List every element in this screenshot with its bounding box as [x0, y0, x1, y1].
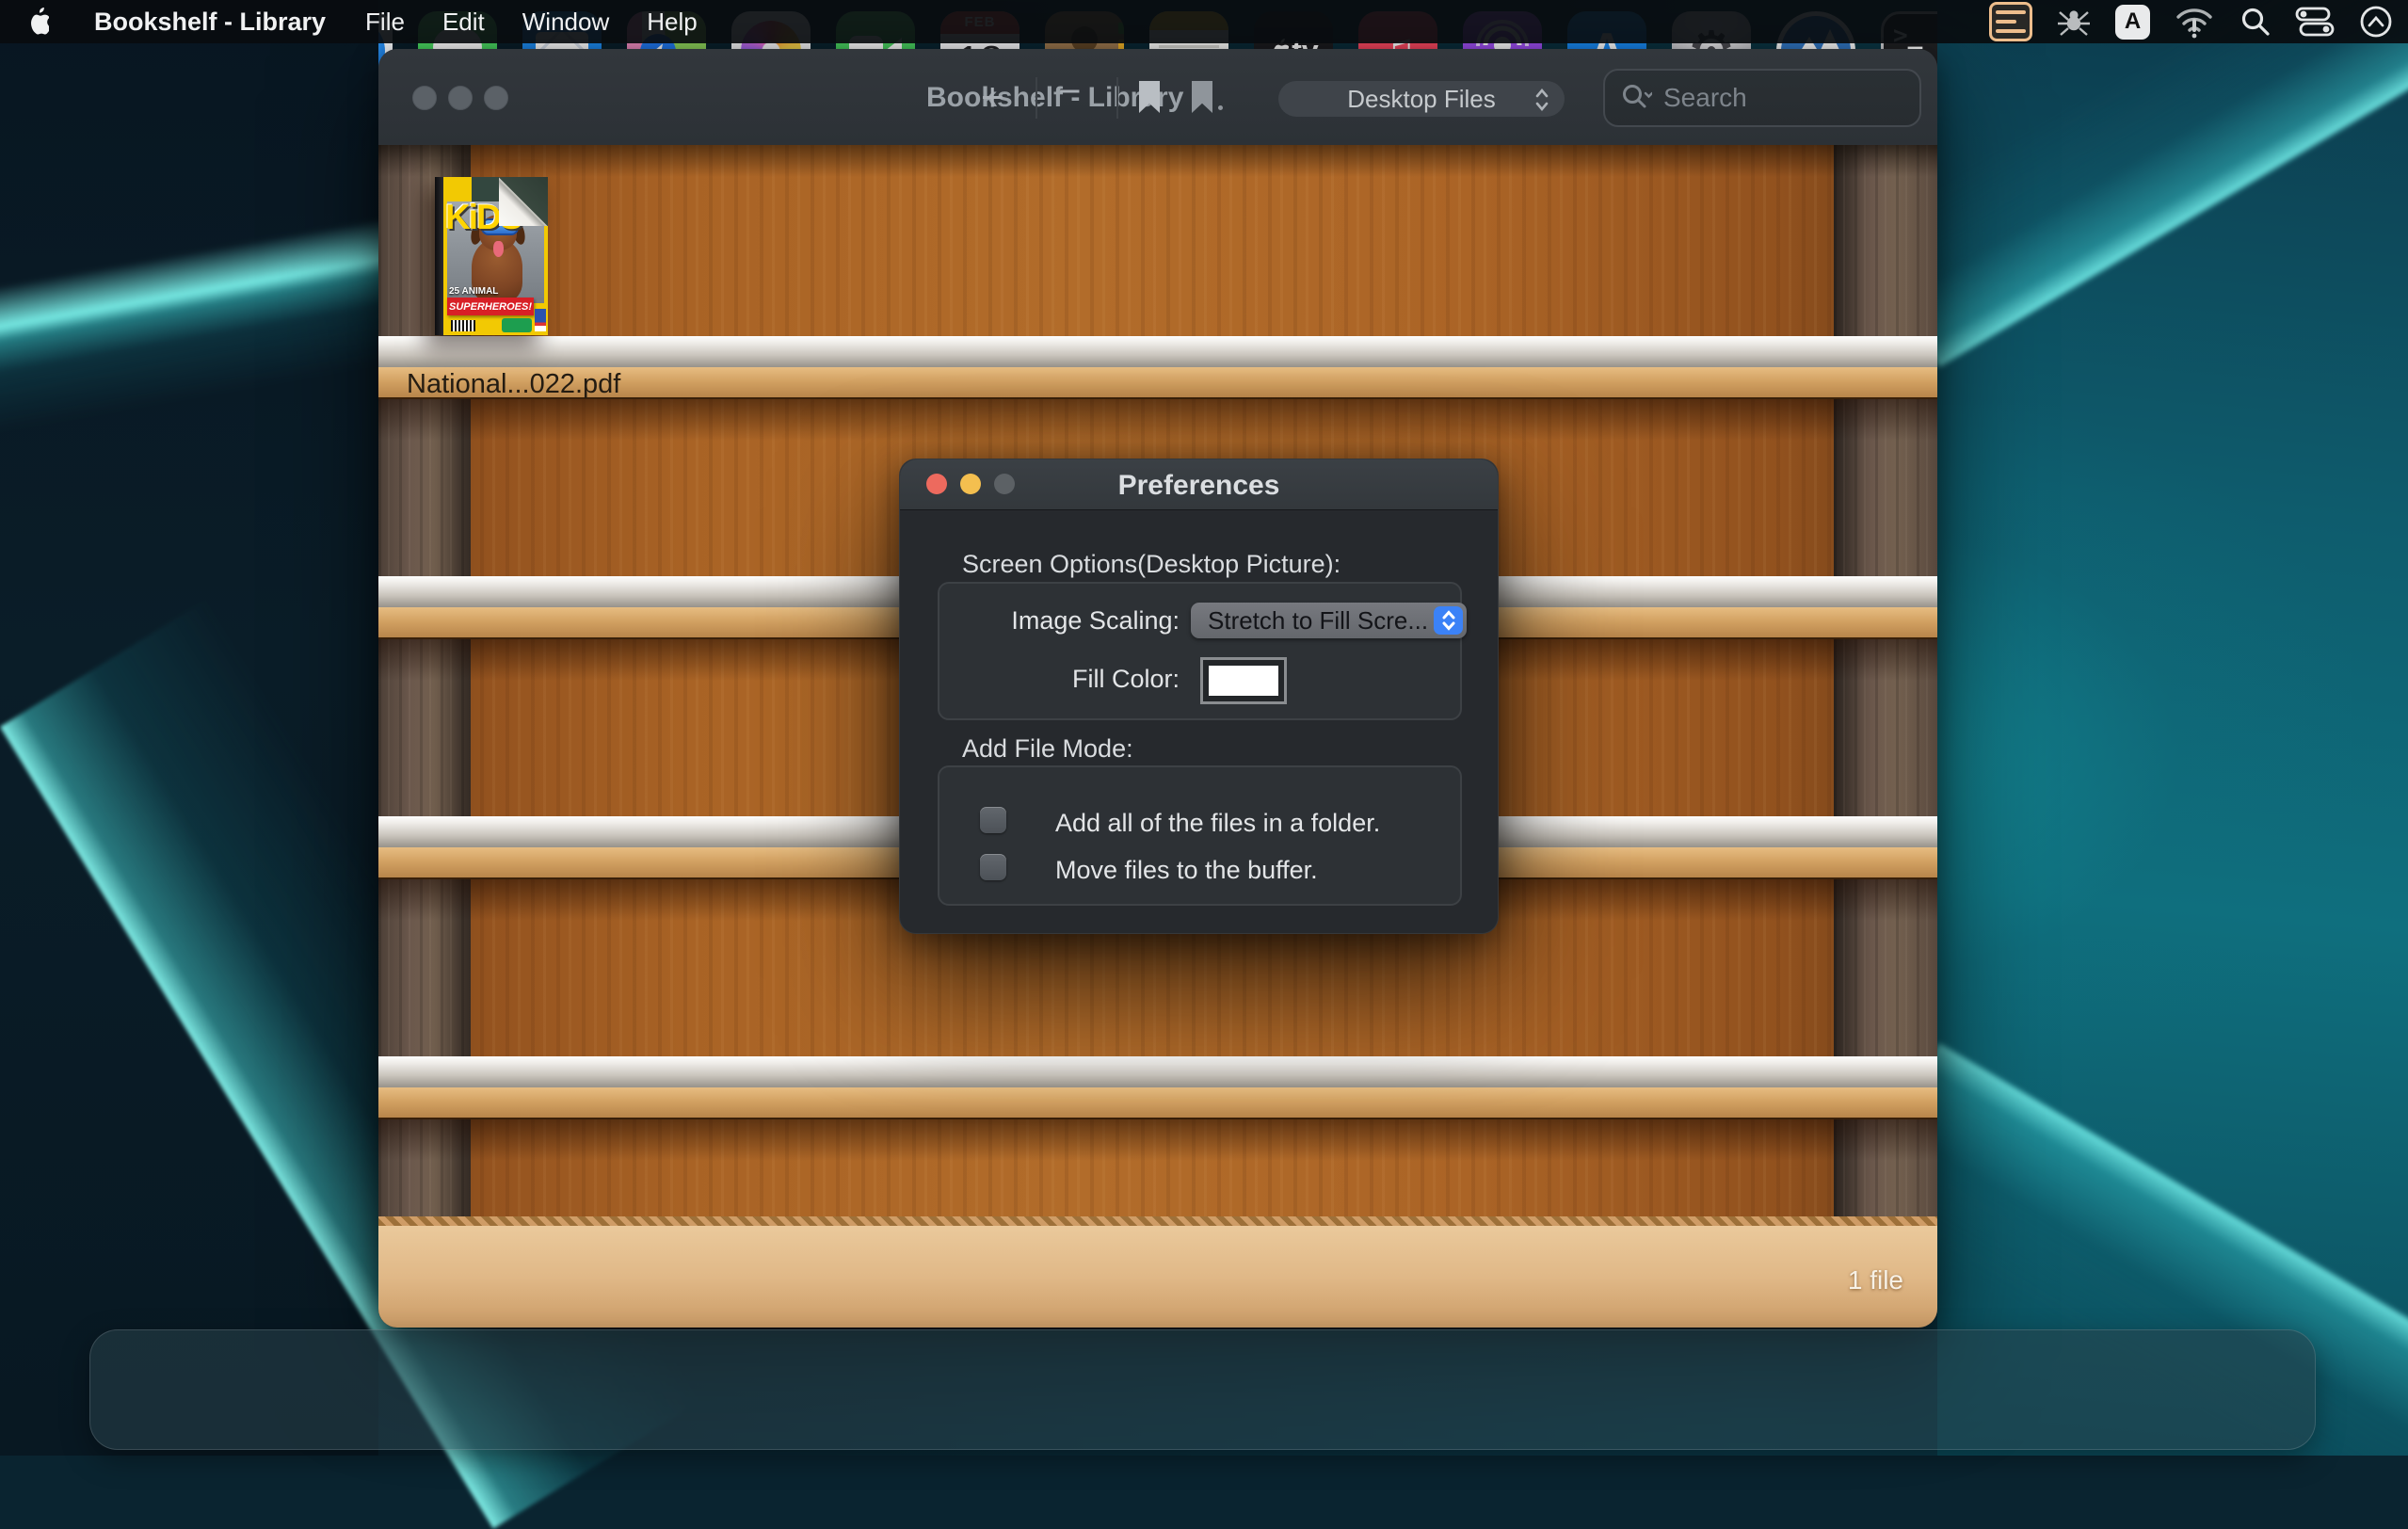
image-scaling-popup[interactable]: Stretch to Fill Scre...	[1191, 603, 1467, 638]
magazine-banner-line1: 25 ANIMAL	[449, 286, 498, 297]
magazine-logo-chip	[535, 309, 546, 331]
bookmark-dot	[1218, 105, 1223, 110]
dock	[89, 1329, 2316, 1450]
popup-chevrons-icon	[1534, 88, 1549, 112]
menubar-app-name[interactable]: Bookshelf - Library	[73, 8, 346, 37]
bookshelf-status-icon[interactable]	[1989, 2, 2032, 41]
magazine-spine	[435, 177, 443, 335]
pdf-file-thumbnail[interactable]: KiDS 25 ANIMAL SUPERHEROES!	[435, 177, 548, 335]
image-scaling-label: Image Scaling:	[939, 606, 1180, 636]
add-all-files-checkbox[interactable]	[980, 807, 1006, 833]
window-titlebar[interactable]: Bookshelf - Library + − Desktop Files	[378, 49, 1937, 146]
popup-stepper-icon	[1434, 606, 1463, 635]
zoom-button[interactable]	[484, 86, 508, 110]
add-file-mode-heading: Add File Mode:	[962, 734, 1133, 764]
circle-chevron-icon[interactable]	[2357, 3, 2395, 40]
toolbar-divider	[1116, 77, 1118, 119]
control-center-icon[interactable]	[2295, 6, 2335, 38]
magazine-cover: KiDS 25 ANIMAL SUPERHEROES!	[443, 177, 548, 335]
collection-popup-value: Desktop Files	[1347, 85, 1496, 114]
wallpaper-beam	[0, 155, 378, 457]
fill-color-label: Fill Color:	[939, 665, 1180, 694]
menu-edit[interactable]: Edit	[424, 8, 504, 37]
dialog-title: Preferences	[900, 470, 1498, 502]
minimize-button[interactable]	[448, 86, 473, 110]
shelf-shadow	[378, 397, 1937, 441]
spotlight-icon[interactable]	[2239, 5, 2272, 39]
titlebar-shadow	[378, 145, 1937, 177]
magazine-banner: SUPERHEROES!	[447, 298, 534, 315]
screen-options-heading: Screen Options(Desktop Picture):	[962, 550, 1340, 579]
close-button[interactable]	[412, 86, 437, 110]
dog-tongue	[493, 241, 504, 257]
apple-menu-icon[interactable]	[0, 8, 73, 36]
wifi-alert-icon[interactable]	[2173, 4, 2216, 40]
file-count-status: 1 file	[1848, 1265, 1903, 1296]
fill-color-swatch	[1209, 666, 1278, 696]
screen-options-groupbox: Image Scaling: Stretch to Fill Scre... F…	[938, 582, 1462, 720]
collection-popup[interactable]: Desktop Files	[1278, 81, 1565, 117]
magazine-barcode	[451, 320, 475, 331]
shelf-board-4	[378, 1056, 1937, 1118]
move-files-buffer-label[interactable]: Move files to the buffer.	[1055, 856, 1318, 885]
search-input[interactable]	[1662, 82, 1872, 114]
input-source-icon[interactable]: A	[2115, 5, 2150, 40]
file-name-label[interactable]: National...022.pdf	[407, 369, 620, 400]
dialog-titlebar[interactable]: Preferences	[900, 459, 1498, 510]
baseboard-stitching	[378, 1216, 1937, 1226]
drweb-spider-icon[interactable]	[2055, 3, 2093, 40]
toolbar-divider	[1035, 77, 1037, 119]
page-curl	[499, 177, 548, 226]
image-scaling-value: Stretch to Fill Scre...	[1191, 606, 1428, 636]
menu-help[interactable]: Help	[628, 8, 715, 37]
wallpaper-glow	[1937, 405, 2352, 1102]
remove-file-button[interactable]: −	[1058, 72, 1082, 111]
fill-color-well[interactable]	[1200, 657, 1287, 704]
shelf-shadow	[378, 1118, 1937, 1161]
menu-file[interactable]: File	[346, 8, 424, 37]
add-file-button[interactable]: +	[981, 77, 1004, 117]
bookmark-add-icon[interactable]	[1192, 81, 1212, 113]
search-field[interactable]	[1603, 69, 1921, 127]
add-file-mode-groupbox: Add all of the files in a folder. Move f…	[938, 765, 1462, 906]
menu-window[interactable]: Window	[504, 8, 628, 37]
wallpaper-right-zone	[1937, 0, 2408, 1456]
move-files-buffer-checkbox[interactable]	[980, 854, 1006, 880]
search-icon	[1620, 82, 1652, 114]
menu-bar: Bookshelf - Library File Edit Window Hel…	[0, 0, 2408, 43]
shelf-baseboard: 1 file	[378, 1216, 1937, 1328]
magazine-green-sticker	[502, 318, 532, 332]
add-all-files-label[interactable]: Add all of the files in a folder.	[1055, 809, 1380, 838]
preferences-dialog: Preferences Screen Options(Desktop Pictu…	[899, 459, 1499, 934]
